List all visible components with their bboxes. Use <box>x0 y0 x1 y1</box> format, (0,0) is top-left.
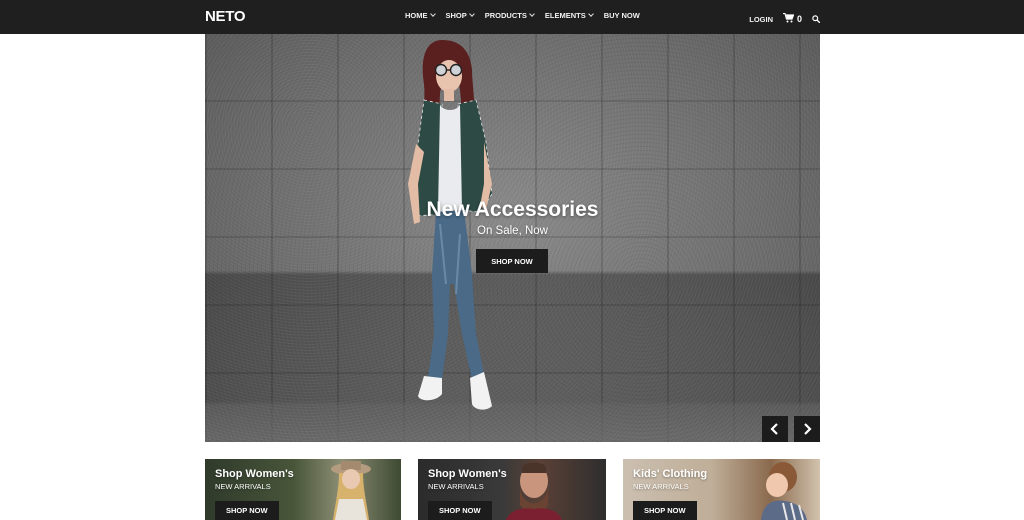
chevron-down-icon <box>529 10 535 17</box>
main-nav: HOME SHOP PRODUCTS ELEMENTS BUY NOW <box>405 10 651 20</box>
chevron-left-icon <box>770 423 778 435</box>
hero-model-image <box>408 40 493 410</box>
promo-shop-now-button[interactable]: SHOP NOW <box>633 501 697 520</box>
promo-subtitle: NEW ARRIVALS <box>215 482 271 491</box>
top-navbar: NETO HOME SHOP PRODUCTS ELEMENTS BUY NOW… <box>0 0 1024 34</box>
hero-subtitle: On Sale, Now <box>477 225 548 237</box>
promo-card-womens-2[interactable]: Shop Women's NEW ARRIVALS SHOP NOW <box>418 459 606 520</box>
nav-item-home[interactable]: HOME <box>405 10 436 20</box>
search-icon <box>812 10 821 28</box>
promo-card-kids[interactable]: Kids' Clothing NEW ARRIVALS SHOP NOW <box>623 459 820 520</box>
slider-next-button[interactable] <box>794 416 820 442</box>
chevron-right-icon <box>804 423 812 435</box>
search-button[interactable] <box>812 10 821 28</box>
nav-item-buy-now[interactable]: BUY NOW <box>604 11 640 20</box>
nav-item-elements[interactable]: ELEMENTS <box>544 10 594 20</box>
promo-title: Shop Women's <box>215 468 294 480</box>
chevron-down-icon <box>468 10 475 17</box>
promo-card-womens-1[interactable]: Shop Women's NEW ARRIVALS SHOP NOW <box>205 459 401 520</box>
nav-item-label: ELEMENTS <box>544 11 586 20</box>
promo-subtitle: NEW ARRIVALS <box>428 482 484 491</box>
cart-icon <box>782 12 795 25</box>
promo-title: Shop Women's <box>428 468 507 480</box>
hero-slider: New Accessories On Sale, Now SHOP NOW <box>205 34 820 442</box>
nav-item-label: PRODUCTS <box>484 11 527 20</box>
slider-prev-button[interactable] <box>762 416 788 442</box>
promo-model-image <box>506 462 562 520</box>
promo-shop-now-button[interactable]: SHOP NOW <box>428 501 492 520</box>
promo-subtitle: NEW ARRIVALS <box>633 482 689 491</box>
promo-model-image <box>331 461 371 520</box>
nav-item-label: HOME <box>405 11 428 20</box>
brand-logo[interactable]: NETO <box>205 8 246 25</box>
login-link[interactable]: LOGIN <box>749 15 773 24</box>
hero-shop-now-button[interactable]: SHOP NOW <box>476 249 548 273</box>
promo-title: Kids' Clothing <box>633 468 708 480</box>
hero-title: New Accessories <box>426 198 599 221</box>
chevron-down-icon <box>587 10 594 17</box>
nav-item-label: BUY NOW <box>603 11 640 20</box>
nav-item-products[interactable]: PRODUCTS <box>484 10 535 20</box>
chevron-down-icon <box>429 10 436 17</box>
nav-item-label: SHOP <box>445 11 467 20</box>
promo-shop-now-button[interactable]: SHOP NOW <box>215 501 279 520</box>
promo-model-image <box>761 462 807 520</box>
cart-count: 0 <box>796 14 802 24</box>
nav-item-shop[interactable]: SHOP <box>445 10 475 20</box>
cart-button[interactable]: 0 <box>782 12 802 25</box>
header-actions: LOGIN 0 <box>749 10 821 28</box>
